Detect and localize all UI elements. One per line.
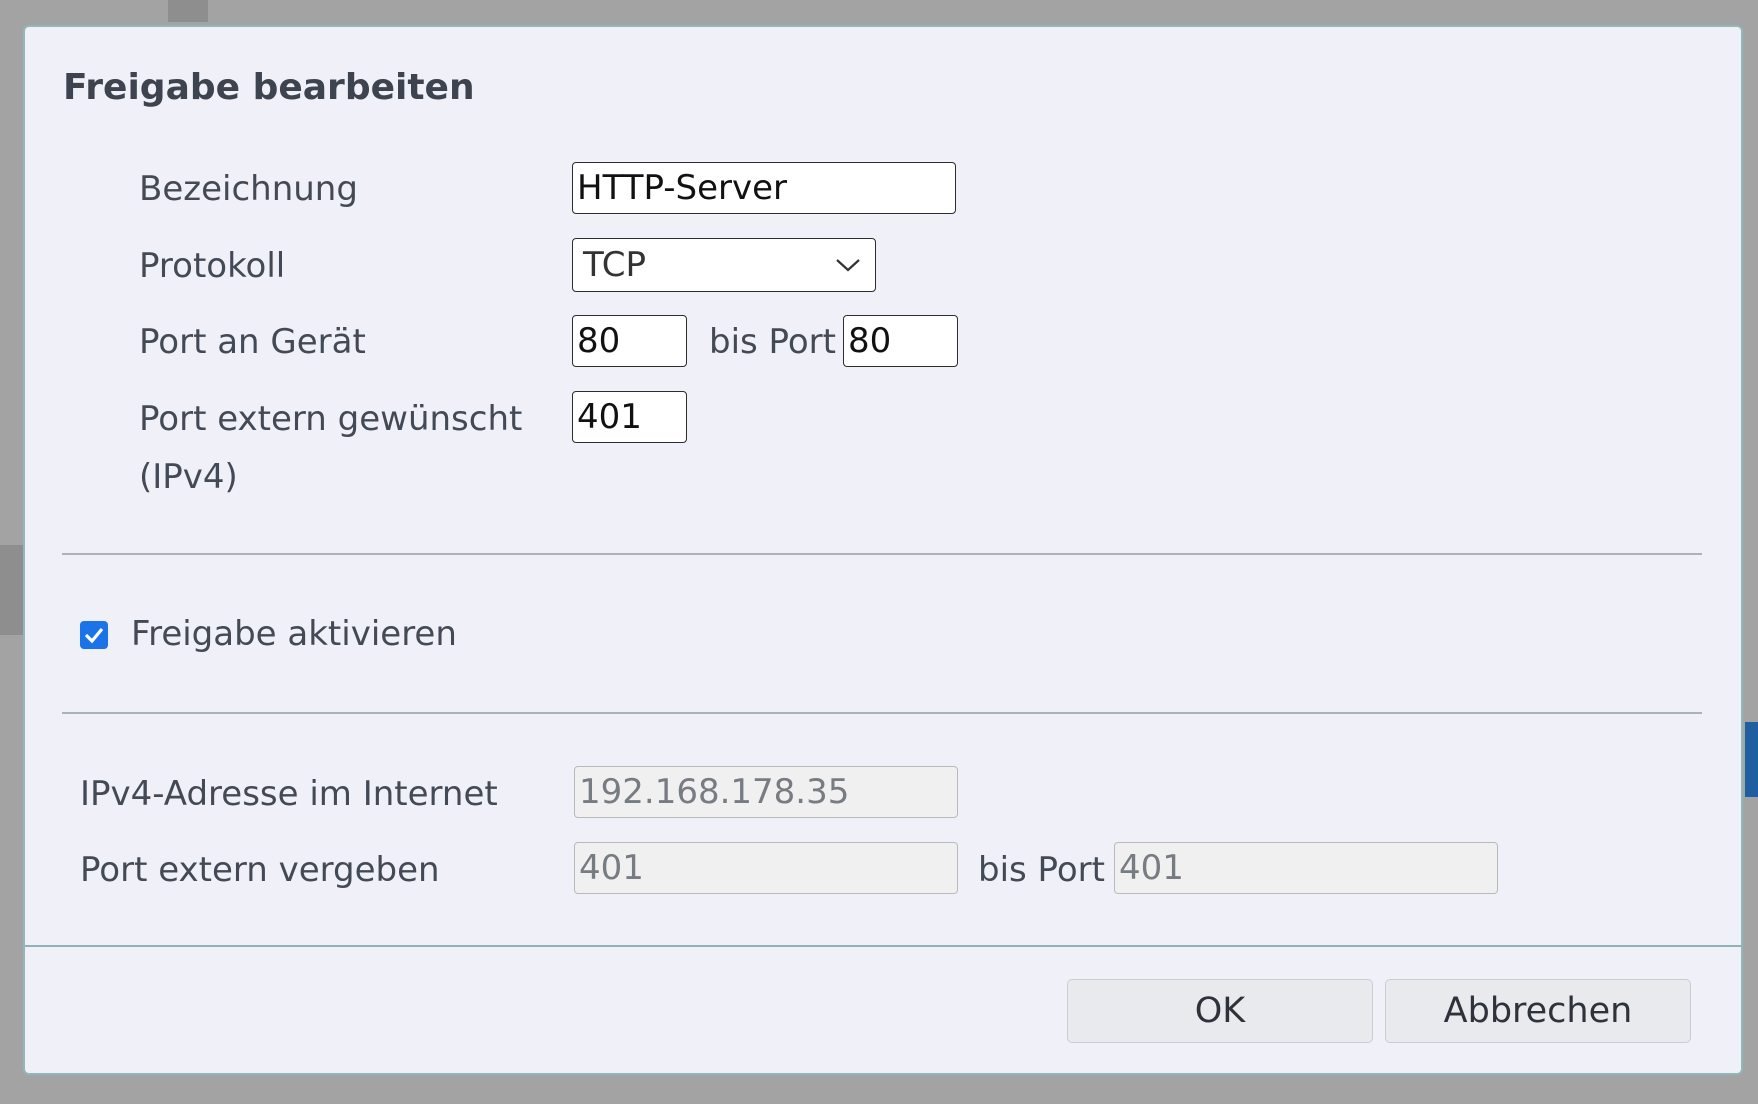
bezeichnung-label: Bezeichnung <box>139 169 358 209</box>
chevron-down-icon <box>836 259 860 272</box>
bis-port-label: bis Port <box>978 850 1105 890</box>
port-extern-gewuenscht-label-suffix: (IPv4) <box>139 457 238 497</box>
edit-share-dialog: Freigabe bearbeiten Bezeichnung HTTP-Ser… <box>23 25 1743 1075</box>
protokoll-selected-value: TCP <box>583 245 647 285</box>
dialog-title: Freigabe bearbeiten <box>63 67 475 108</box>
section-divider <box>62 712 1702 714</box>
port-geraet-from-input[interactable]: 80 <box>572 315 687 367</box>
bezeichnung-input[interactable]: HTTP-Server <box>572 162 956 214</box>
port-geraet-label: Port an Gerät <box>139 322 366 362</box>
port-extern-gewuenscht-label: Port extern gewünscht <box>139 399 523 439</box>
ipv4-address-label: IPv4-Adresse im Internet <box>80 774 498 814</box>
ipv4-address-field: 192.168.178.35 <box>574 766 958 818</box>
bis-port-label: bis Port <box>709 322 836 362</box>
background-strip <box>168 0 208 22</box>
background-strip <box>0 545 23 635</box>
checkmark-icon <box>84 627 104 644</box>
cancel-button[interactable]: Abbrechen <box>1385 979 1691 1043</box>
port-extern-gewuenscht-input[interactable]: 401 <box>572 391 687 443</box>
protokoll-select[interactable]: TCP <box>572 238 876 292</box>
port-extern-vergeben-label: Port extern vergeben <box>80 850 440 890</box>
port-geraet-to-input[interactable]: 80 <box>843 315 958 367</box>
port-extern-vergeben-to-field: 401 <box>1114 842 1498 894</box>
port-extern-vergeben-from-field: 401 <box>574 842 958 894</box>
activate-share-label[interactable]: Freigabe aktivieren <box>131 605 457 663</box>
footer-divider <box>25 945 1741 947</box>
section-divider <box>62 553 1702 555</box>
background-highlight <box>1745 722 1758 797</box>
protokoll-label: Protokoll <box>139 246 286 286</box>
ok-button[interactable]: OK <box>1067 979 1373 1043</box>
activate-share-checkbox[interactable] <box>80 621 108 649</box>
